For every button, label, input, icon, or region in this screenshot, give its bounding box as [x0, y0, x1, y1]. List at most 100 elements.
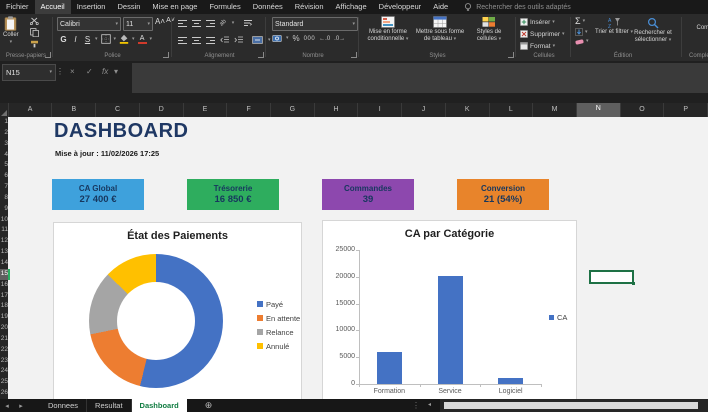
grow-font-button[interactable]: A˄	[155, 17, 164, 31]
ribbon-tab-dessin[interactable]: Dessin	[111, 0, 146, 14]
insert-cells-button[interactable]: Insérer▾	[520, 18, 555, 26]
formula-input[interactable]	[132, 63, 708, 93]
align-top-button[interactable]	[178, 20, 187, 27]
scroll-left-arrow-icon[interactable]: ◂	[428, 399, 431, 412]
borders-button[interactable]	[101, 34, 111, 44]
payments-status-chart[interactable]: État des Paiements PayéEn attenteRelance…	[53, 222, 302, 399]
dialog-launcher-alignment[interactable]	[258, 52, 264, 58]
column-header-F[interactable]: F	[227, 103, 271, 117]
row-header-11[interactable]: 11	[0, 225, 8, 236]
fill-color-button[interactable]	[119, 34, 129, 44]
ribbon-tab-insertion[interactable]: Insertion	[71, 0, 112, 14]
ribbon-tab-affichage[interactable]: Affichage	[330, 0, 373, 14]
ribbon-tab-mise-en-page[interactable]: Mise en page	[146, 0, 203, 14]
column-header-G[interactable]: G	[271, 103, 315, 117]
column-header-D[interactable]: D	[140, 103, 184, 117]
cell-styles-button[interactable]: Styles de cellules ▾	[466, 16, 512, 43]
row-header-24[interactable]: 24	[0, 366, 8, 377]
row-header-5[interactable]: 5	[0, 160, 8, 171]
paste-button[interactable]: Coller ▾	[3, 16, 19, 45]
kpi-card-trésorerie[interactable]: Trésorerie16 850 €	[187, 179, 279, 210]
chevron-down-icon[interactable]: ▾	[114, 37, 117, 42]
horizontal-scrollbar[interactable]	[440, 399, 708, 412]
kpi-card-ca-global[interactable]: CA Global27 400 €	[52, 179, 144, 210]
column-header-J[interactable]: J	[402, 103, 446, 117]
row-header-7[interactable]: 7	[0, 182, 8, 193]
font-name-select[interactable]: Calibri▾	[57, 17, 121, 31]
decrease-indent-button[interactable]	[220, 36, 229, 44]
chevron-down-icon[interactable]: ▾	[286, 36, 289, 41]
align-left-button[interactable]	[178, 37, 187, 44]
addins-button[interactable]: Compléments	[687, 18, 708, 32]
splitter-dots-icon[interactable]: ⋮	[412, 399, 420, 412]
cut-button[interactable]	[30, 17, 39, 25]
format-cells-button[interactable]: Format▾	[520, 42, 555, 50]
font-size-select[interactable]: 11▾	[123, 17, 153, 31]
format-painter-button[interactable]	[30, 40, 39, 48]
row-header-19[interactable]: 19	[0, 312, 8, 323]
row-header-12[interactable]: 12	[0, 236, 8, 247]
column-header-C[interactable]: C	[96, 103, 140, 117]
wrap-text-button[interactable]	[243, 19, 253, 27]
row-header-10[interactable]: 10	[0, 215, 8, 226]
ribbon-tab-révision[interactable]: Révision	[289, 0, 330, 14]
decrease-decimal-button[interactable]: .0→	[334, 36, 345, 42]
row-header-15[interactable]: 15	[0, 269, 10, 280]
comma-style-button[interactable]: 000	[304, 36, 316, 42]
align-bottom-button[interactable]	[206, 20, 215, 27]
column-header-O[interactable]: O	[621, 103, 665, 117]
ca-by-category-chart[interactable]: CA par Catégorie 05000100001500020000250…	[322, 220, 577, 399]
sort-filter-button[interactable]: A Z Trier et filtrer ▾	[595, 17, 633, 36]
ribbon-tab-accueil[interactable]: Accueil	[35, 0, 71, 14]
new-sheet-icon[interactable]: ⊕	[205, 399, 213, 412]
row-header-18[interactable]: 18	[0, 301, 8, 312]
cancel-icon[interactable]: ×	[70, 64, 75, 79]
chevron-down-icon[interactable]: ▾	[95, 37, 98, 42]
row-header-23[interactable]: 23	[0, 356, 8, 367]
column-header-E[interactable]: E	[184, 103, 228, 117]
select-all-corner[interactable]	[0, 103, 9, 117]
underline-button[interactable]: S	[83, 35, 92, 44]
sheet-tab-resultat[interactable]: Resultat	[87, 399, 132, 412]
dialog-launcher-number[interactable]	[351, 52, 357, 58]
align-middle-button[interactable]	[192, 20, 201, 27]
orientation-button[interactable]: ab	[219, 19, 228, 28]
fill-button[interactable]: ▾	[575, 28, 589, 36]
dialog-launcher-font[interactable]	[163, 52, 169, 58]
row-header-1[interactable]: 1	[0, 117, 8, 128]
row-header-17[interactable]: 17	[0, 291, 8, 302]
row-header-13[interactable]: 13	[0, 247, 8, 258]
accounting-format-button[interactable]	[272, 34, 282, 43]
row-header-26[interactable]: 26	[0, 388, 8, 399]
increase-indent-button[interactable]	[234, 36, 243, 44]
merge-center-button[interactable]	[252, 36, 263, 44]
dialog-launcher-clipboard[interactable]	[45, 52, 51, 58]
sheet-grid[interactable]: 1234567891011121314151617181920212223242…	[0, 117, 708, 399]
selected-cell-N15[interactable]	[589, 270, 634, 284]
format-as-table-button[interactable]: Mettre sous forme de tableau ▾	[414, 16, 466, 43]
kpi-card-commandes[interactable]: Commandes39	[322, 179, 414, 210]
align-center-button[interactable]	[192, 37, 201, 44]
enter-icon[interactable]: ✓	[86, 64, 93, 79]
percent-button[interactable]: %	[293, 34, 300, 43]
ribbon-tab-données[interactable]: Données	[247, 0, 289, 14]
row-header-20[interactable]: 20	[0, 323, 8, 334]
chevron-down-icon[interactable]: ▾	[132, 37, 135, 42]
sheet-tab-donnees[interactable]: Donnees	[40, 399, 87, 412]
increase-decimal-button[interactable]: ←.0	[319, 36, 330, 42]
tell-me-search[interactable]: Rechercher des outils adaptés	[464, 3, 571, 12]
chevron-down-icon[interactable]: ▾	[150, 37, 153, 42]
align-right-button[interactable]	[206, 37, 215, 44]
row-header-6[interactable]: 6	[0, 171, 8, 182]
chevron-down-icon[interactable]: ▾	[232, 21, 235, 26]
find-select-button[interactable]: Rechercher et sélectionner ▾	[633, 17, 673, 44]
ribbon-tab-fichier[interactable]: Fichier	[0, 0, 35, 14]
italic-button[interactable]: I	[71, 35, 80, 44]
column-header-A[interactable]: A	[9, 103, 53, 117]
row-header-16[interactable]: 16	[0, 280, 8, 291]
column-header-B[interactable]: B	[52, 103, 96, 117]
row-header-22[interactable]: 22	[0, 345, 8, 356]
ribbon-tab-aide[interactable]: Aide	[427, 0, 454, 14]
row-header-4[interactable]: 4	[0, 150, 8, 161]
column-header-K[interactable]: K	[446, 103, 490, 117]
